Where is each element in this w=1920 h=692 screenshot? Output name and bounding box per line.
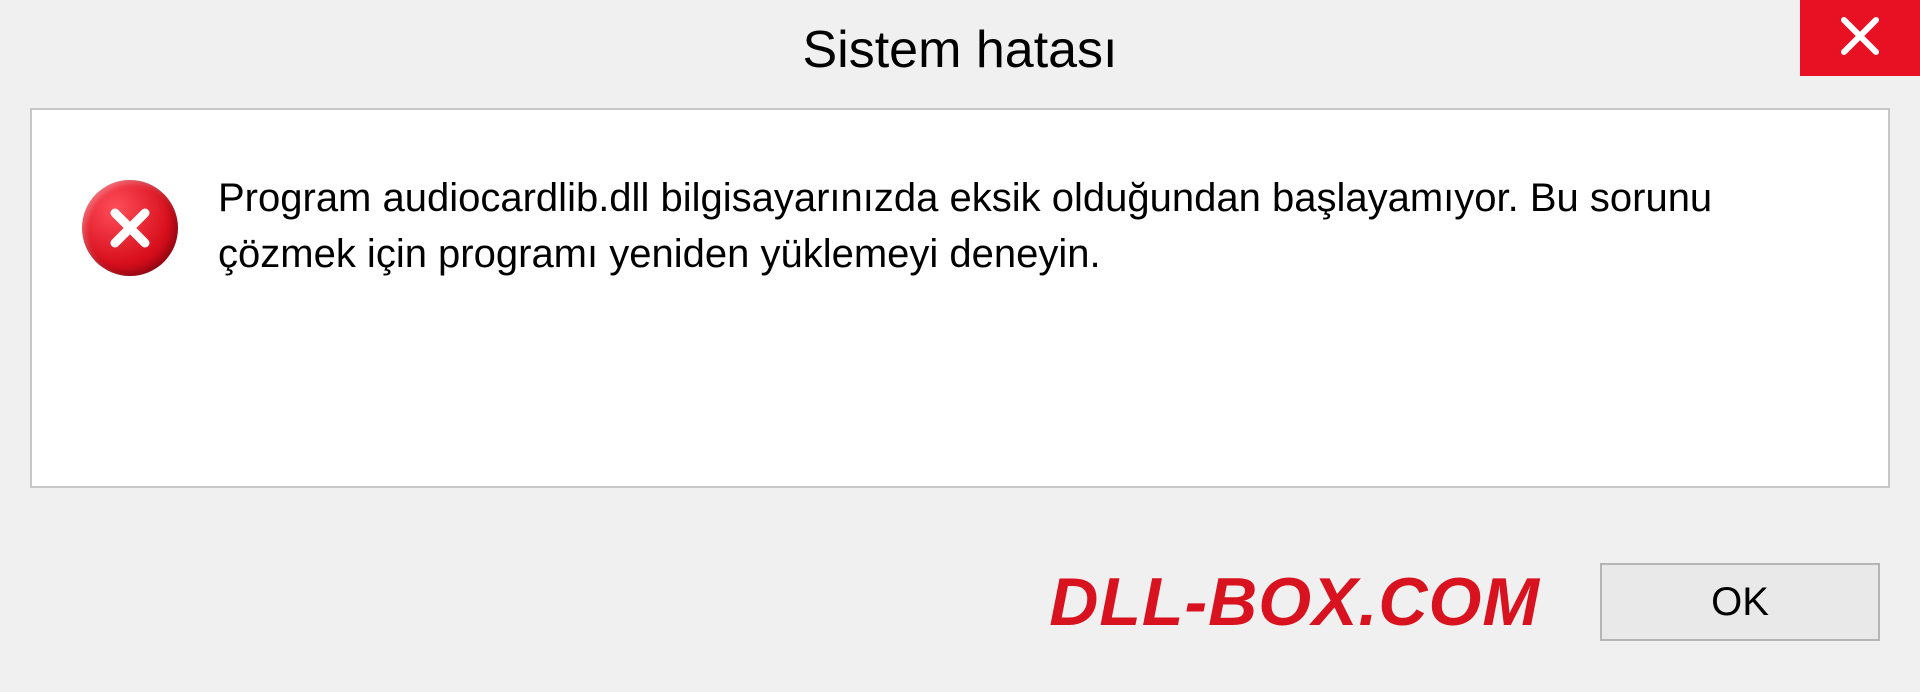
- error-message: Program audiocardlib.dll bilgisayarınızd…: [218, 170, 1838, 282]
- error-icon: [82, 180, 178, 276]
- dialog-footer: DLL-BOX.COM OK: [0, 512, 1920, 692]
- dialog-title: Sistem hatası: [802, 20, 1117, 80]
- close-button[interactable]: [1800, 0, 1920, 76]
- close-icon: [1838, 14, 1882, 63]
- ok-button[interactable]: OK: [1600, 563, 1880, 641]
- watermark-text: DLL-BOX.COM: [1049, 563, 1540, 641]
- content-panel: Program audiocardlib.dll bilgisayarınızd…: [30, 108, 1890, 488]
- title-bar: Sistem hatası: [0, 0, 1920, 100]
